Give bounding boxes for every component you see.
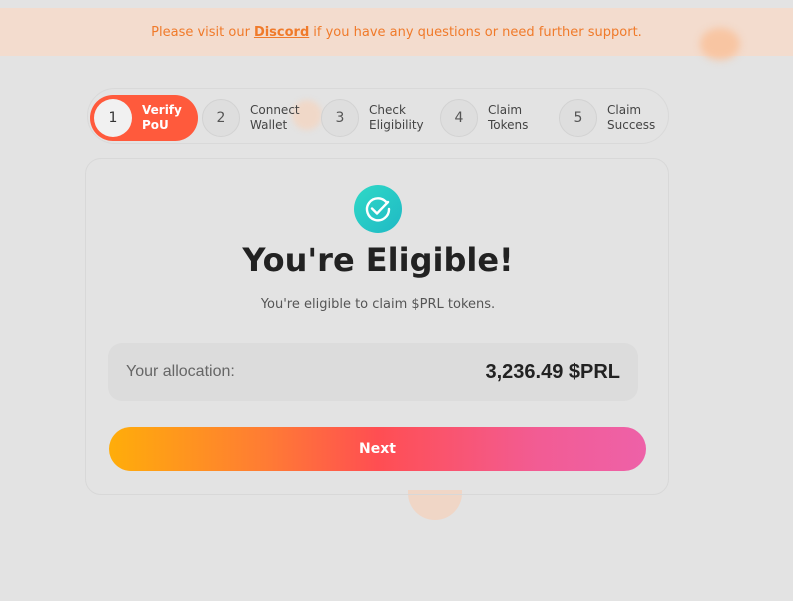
check-circle-icon bbox=[354, 185, 402, 233]
step-label: Claim Tokens bbox=[488, 103, 529, 132]
step-number: 5 bbox=[559, 99, 597, 137]
step-check-eligibility[interactable]: 3 Check Eligibility bbox=[321, 95, 429, 141]
eligible-title: You're Eligible! bbox=[242, 241, 514, 279]
discord-link[interactable]: Discord bbox=[254, 25, 309, 40]
progress-stepper: 1 Verify PoU 2 Connect Wallet 3 Check Eligi… bbox=[87, 88, 669, 144]
eligible-subtitle: You're eligible to claim $PRL tokens. bbox=[260, 297, 496, 312]
allocation-value: 3,236.49 $PRL bbox=[485, 360, 620, 383]
step-connect-wallet[interactable]: 2 Connect Wallet bbox=[202, 95, 310, 141]
step-claim-success[interactable]: 5 Claim Success bbox=[559, 95, 667, 141]
support-banner: Please visit our Discord if you have any… bbox=[0, 8, 793, 56]
allocation-label: Your allocation: bbox=[126, 363, 235, 380]
banner-suffix: if you have any questions or need furthe… bbox=[313, 24, 642, 40]
next-button[interactable]: Next bbox=[109, 427, 646, 471]
step-number: 2 bbox=[202, 99, 240, 137]
step-number: 3 bbox=[321, 99, 359, 137]
banner-prefix: Please visit our bbox=[151, 24, 250, 40]
step-number: 1 bbox=[94, 99, 132, 137]
allocation-box: Your allocation: 3,236.49 $PRL bbox=[108, 343, 638, 401]
step-label: Check Eligibility bbox=[369, 103, 424, 132]
eligibility-card: You're Eligible! You're eligible to clai… bbox=[85, 158, 669, 495]
step-claim-tokens[interactable]: 4 Claim Tokens bbox=[440, 95, 548, 141]
decorative-blob bbox=[700, 28, 740, 60]
step-verify-pou[interactable]: 1 Verify PoU bbox=[90, 95, 198, 141]
step-number: 4 bbox=[440, 99, 478, 137]
step-label: Verify PoU bbox=[142, 103, 182, 132]
step-label: Connect Wallet bbox=[250, 103, 300, 132]
step-label: Claim Success bbox=[607, 103, 656, 132]
